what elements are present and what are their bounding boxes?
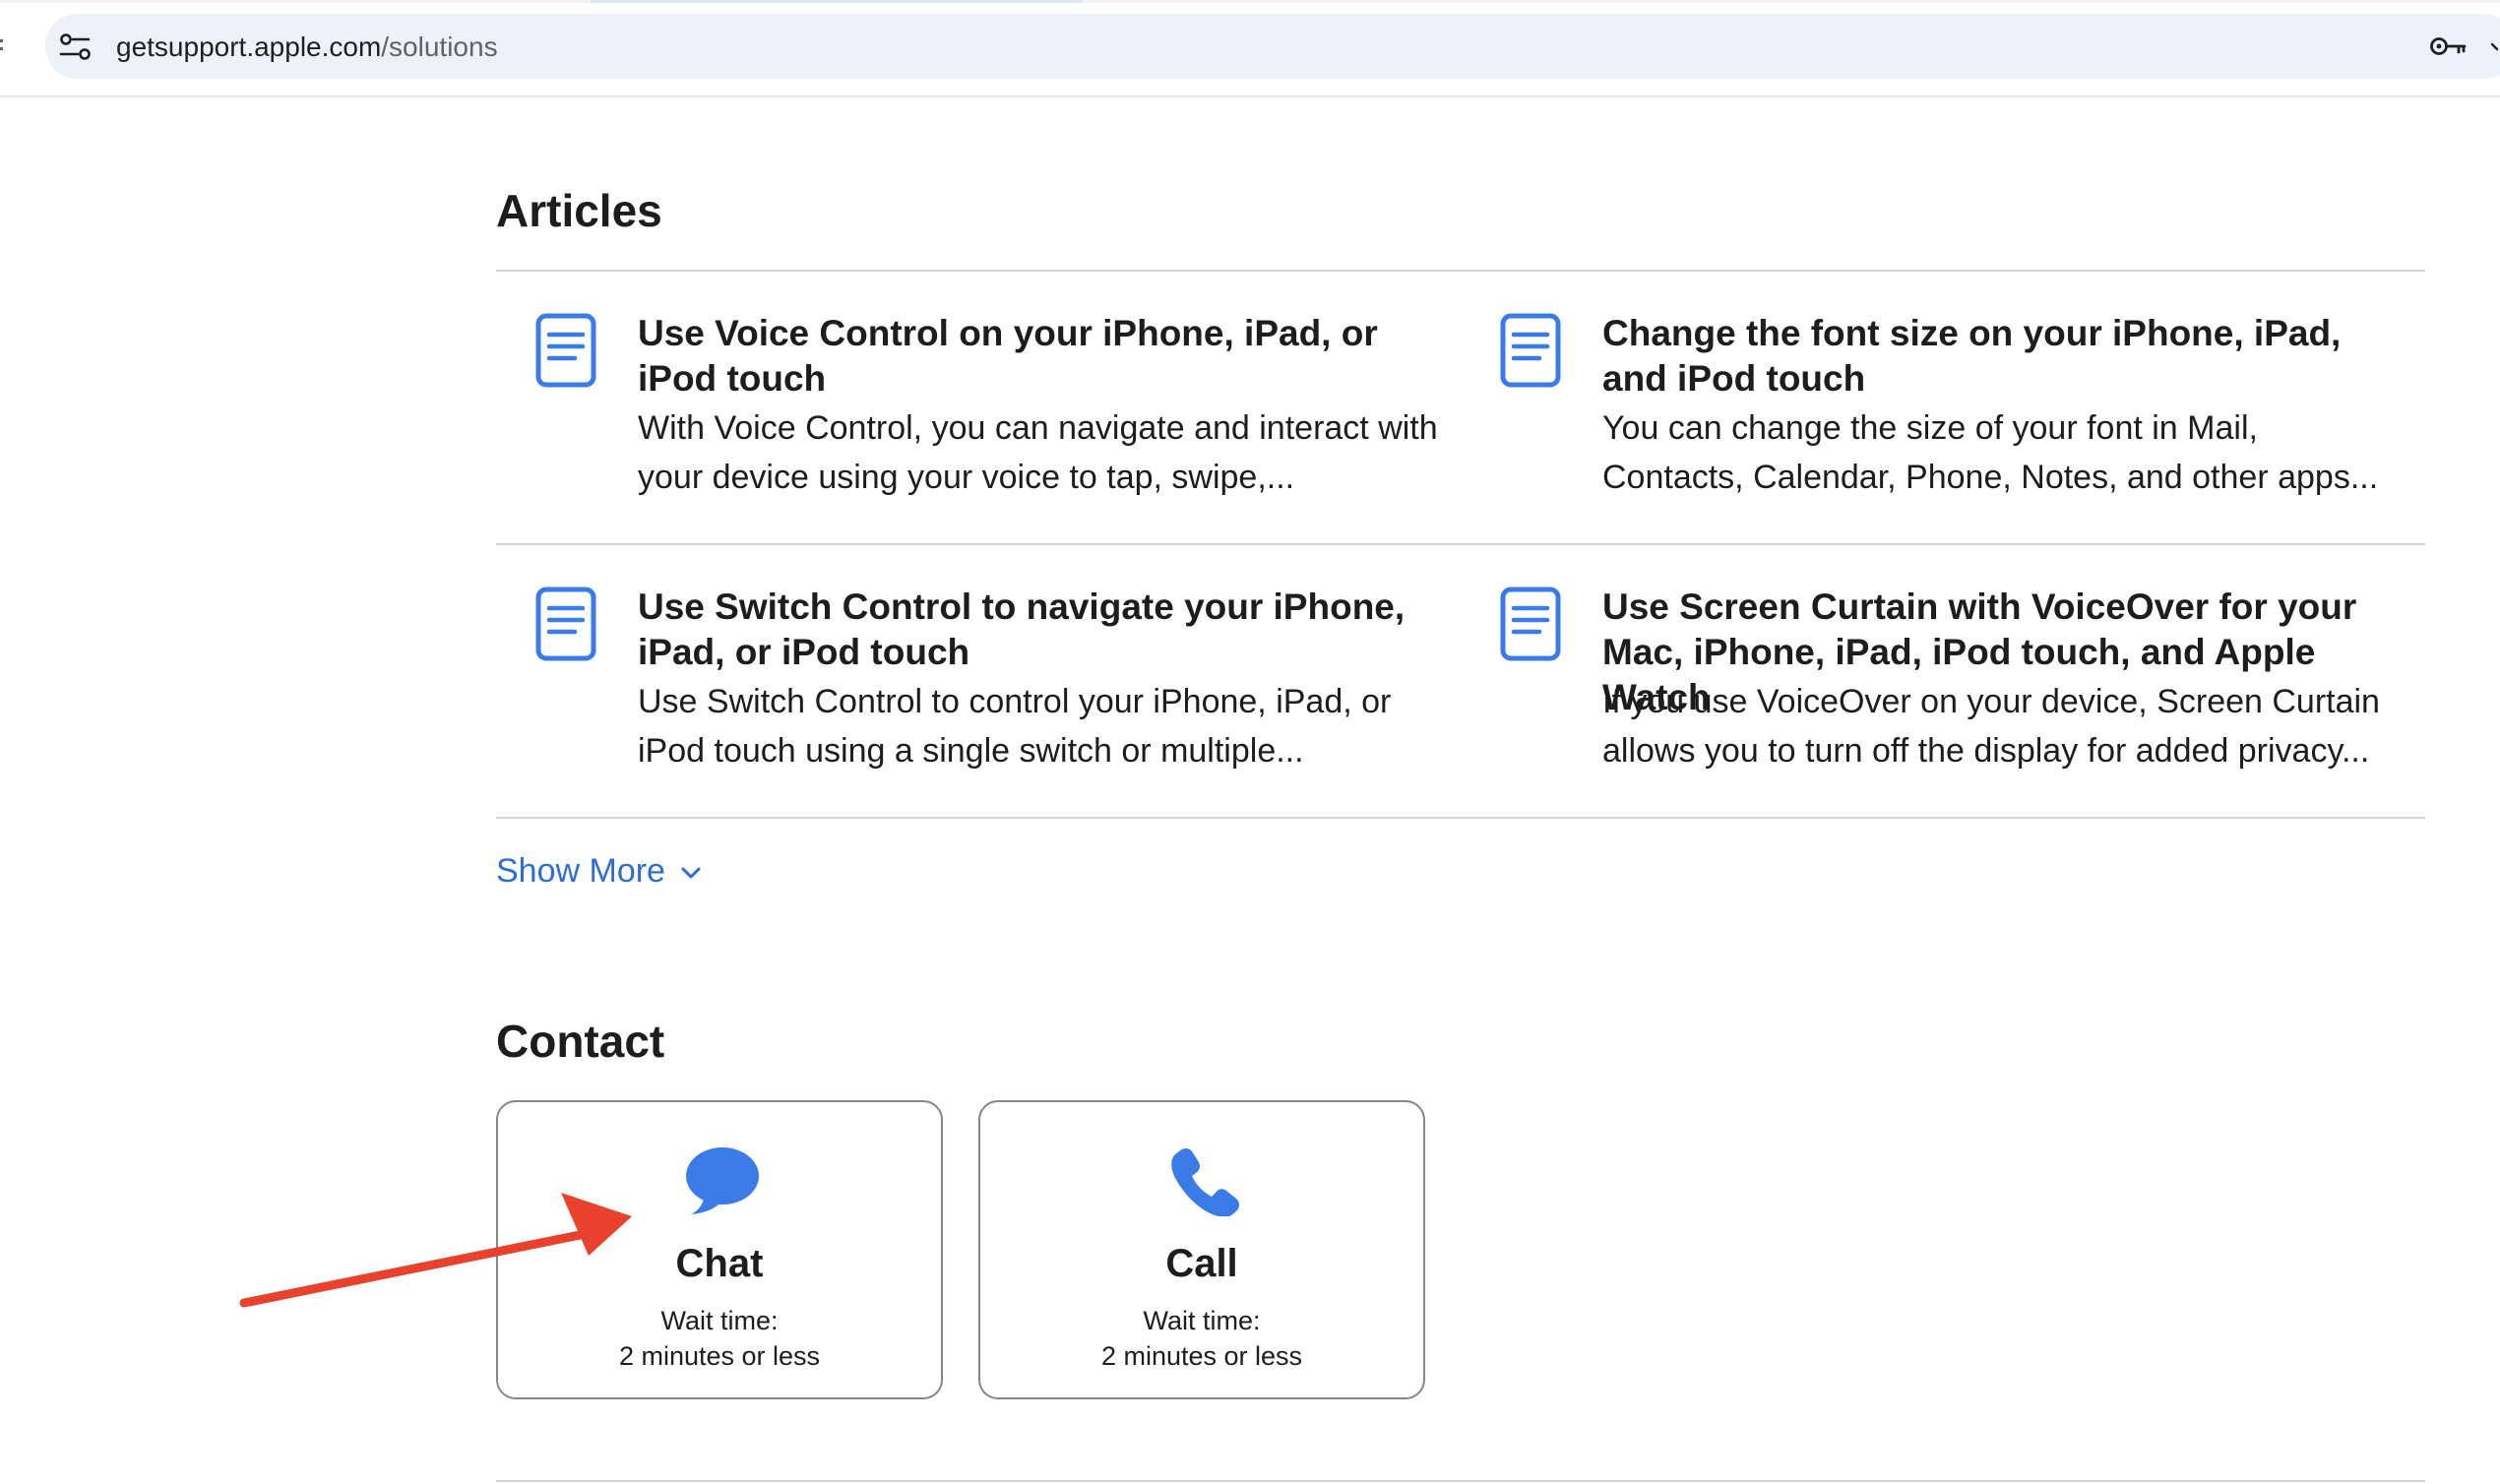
divider (496, 1480, 2425, 1482)
key-icon[interactable] (2429, 33, 2469, 59)
document-icon (1500, 313, 1561, 388)
article-title[interactable]: Change the font size on your iPhone, iPa… (1602, 311, 2406, 402)
article-item[interactable]: Use Voice Control on your iPhone, iPad, … (496, 272, 1441, 498)
article-title[interactable]: Use Voice Control on your iPhone, iPad, … (638, 311, 1441, 402)
tune-icon[interactable] (57, 30, 96, 65)
chat-label: Chat (675, 1242, 764, 1285)
wait-time-value: 2 minutes or less (618, 1341, 821, 1371)
articles-heading: Articles (496, 185, 662, 236)
article-description: If you use VoiceOver on your device, Scr… (1602, 683, 2380, 770)
article-description: Use Switch Control to control your iPhon… (638, 683, 1392, 770)
browser-toolbar: getsupport.apple.com/solutions (0, 0, 2500, 97)
phone-icon (1171, 1148, 1239, 1216)
wait-time-label: Wait time: (660, 1306, 779, 1335)
partial-icon (0, 39, 3, 50)
document-icon (535, 587, 596, 661)
call-button[interactable]: Call Wait time: 2 minutes or less (978, 1100, 1425, 1399)
show-more-label: Show More (496, 852, 665, 890)
article-description: You can change the size of your font in … (1602, 409, 2379, 496)
show-more-link[interactable]: Show More (496, 848, 702, 894)
url-text[interactable]: getsupport.apple.com/solutions (116, 31, 498, 64)
tab-strip-edge (0, 0, 2500, 3)
article-item[interactable]: Use Screen Curtain with VoiceOver for yo… (1461, 545, 2406, 772)
partial-chevron-icon (2490, 42, 2499, 51)
article-title[interactable]: Use Switch Control to navigate your iPho… (638, 585, 1441, 675)
article-item[interactable]: Change the font size on your iPhone, iPa… (1461, 272, 2406, 498)
contact-heading: Contact (496, 1016, 665, 1067)
wait-time-value: 2 minutes or less (1100, 1341, 1303, 1371)
article-description: With Voice Control, you can navigate and… (638, 409, 1438, 496)
active-tab-edge (591, 0, 1083, 3)
divider (496, 817, 2425, 819)
call-label: Call (1165, 1242, 1238, 1285)
chat-button[interactable]: Chat Wait time: 2 minutes or less (496, 1100, 943, 1399)
chevron-down-icon (681, 867, 701, 879)
article-item[interactable]: Use Switch Control to navigate your iPho… (496, 545, 1441, 772)
chat-bubble-icon (686, 1147, 759, 1214)
url-host: getsupport.apple.com (116, 31, 382, 62)
url-path: /solutions (381, 31, 498, 62)
document-icon (535, 313, 596, 388)
wait-time-label: Wait time: (1143, 1306, 1261, 1335)
document-icon (1500, 587, 1561, 661)
